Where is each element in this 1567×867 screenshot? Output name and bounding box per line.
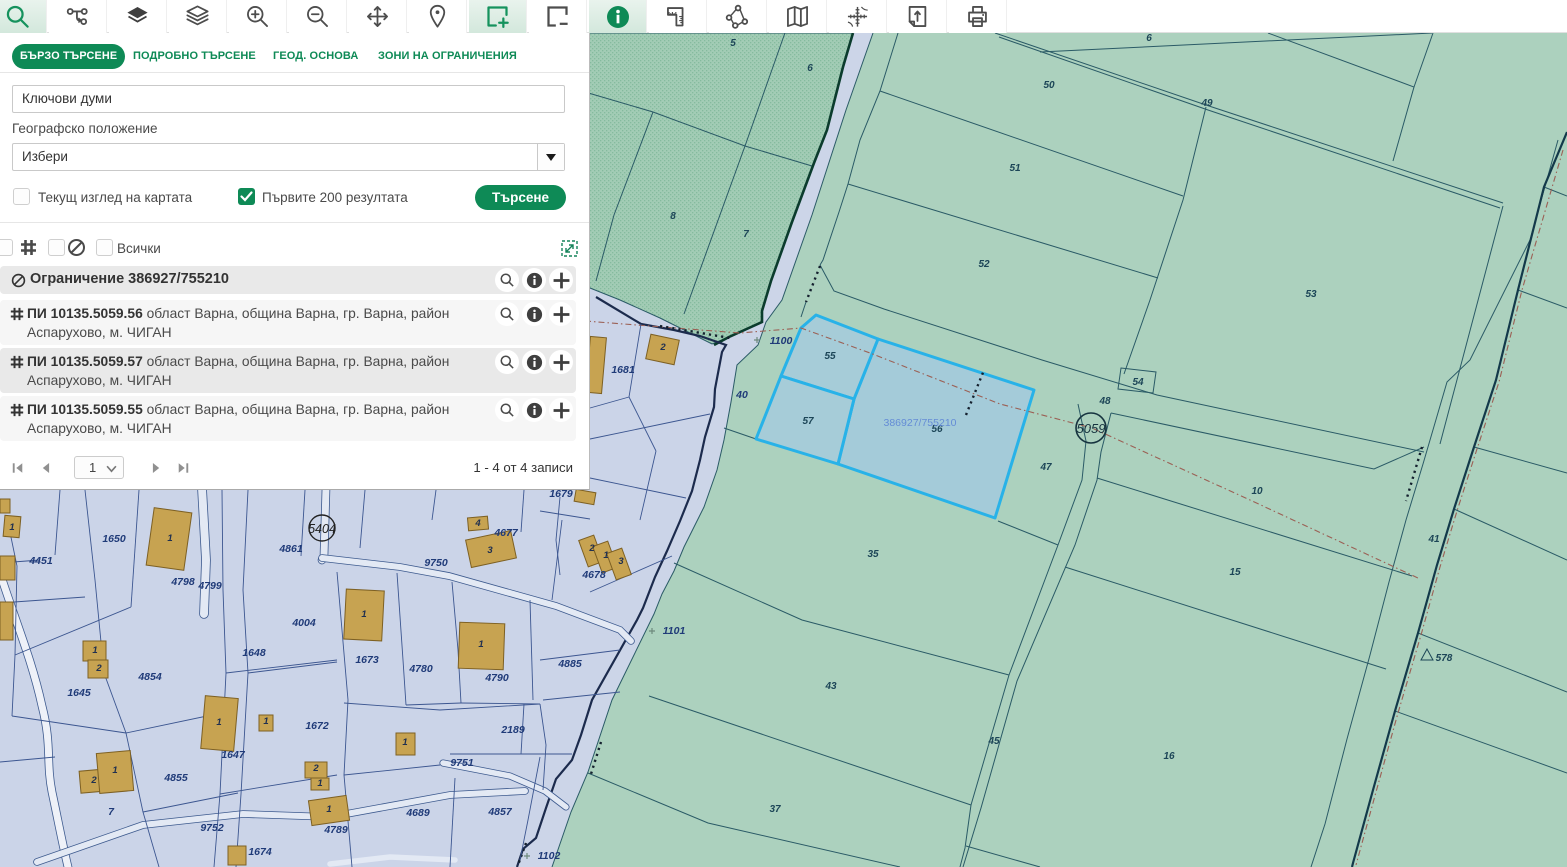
- svg-text:50: 50: [1043, 80, 1055, 91]
- svg-text:1: 1: [478, 639, 483, 650]
- svg-text:1102: 1102: [538, 850, 561, 862]
- svg-text:9752: 9752: [200, 822, 224, 834]
- svg-text:6: 6: [1146, 33, 1152, 44]
- svg-text:55: 55: [824, 351, 836, 362]
- svg-text:1650: 1650: [102, 533, 126, 545]
- svg-text:1673: 1673: [355, 654, 379, 666]
- svg-text:1: 1: [112, 765, 117, 776]
- svg-text:51: 51: [1009, 163, 1021, 174]
- svg-text:2: 2: [659, 342, 666, 353]
- svg-text:1100: 1100: [770, 335, 793, 347]
- svg-text:2: 2: [95, 663, 102, 674]
- svg-text:578: 578: [1436, 653, 1453, 664]
- svg-text:4798: 4798: [170, 576, 195, 588]
- svg-text:4689: 4689: [405, 807, 430, 819]
- svg-text:41: 41: [1427, 534, 1440, 545]
- svg-text:1: 1: [603, 550, 608, 561]
- svg-text:1647: 1647: [221, 749, 246, 761]
- svg-text:1: 1: [167, 533, 172, 544]
- svg-text:6: 6: [807, 63, 813, 74]
- svg-text:4854: 4854: [137, 671, 162, 683]
- svg-text:1672: 1672: [305, 720, 329, 732]
- svg-text:52: 52: [978, 259, 990, 270]
- svg-text:4799: 4799: [197, 580, 222, 592]
- svg-text:49: 49: [1200, 98, 1213, 109]
- svg-text:57: 57: [802, 416, 814, 427]
- svg-text:47: 47: [1039, 462, 1052, 473]
- svg-text:1: 1: [402, 737, 407, 748]
- svg-text:4861: 4861: [278, 543, 303, 555]
- svg-text:9750: 9750: [424, 557, 448, 569]
- svg-text:16: 16: [1163, 751, 1175, 762]
- svg-text:4004: 4004: [291, 617, 316, 629]
- svg-text:35: 35: [867, 549, 879, 560]
- svg-text:4857: 4857: [487, 806, 513, 818]
- svg-text:1: 1: [92, 645, 97, 656]
- svg-text:1: 1: [263, 716, 268, 727]
- svg-text:10: 10: [1251, 486, 1263, 497]
- svg-text:4885: 4885: [557, 658, 582, 670]
- svg-text:43: 43: [824, 681, 837, 692]
- svg-text:1648: 1648: [242, 647, 266, 659]
- svg-text:4855: 4855: [163, 772, 188, 784]
- svg-text:5: 5: [730, 38, 736, 49]
- svg-text:2: 2: [312, 763, 319, 774]
- svg-text:1645: 1645: [67, 687, 91, 699]
- svg-text:54: 54: [1132, 377, 1144, 388]
- svg-text:4: 4: [474, 518, 481, 529]
- svg-text:1: 1: [317, 778, 322, 789]
- svg-text:3: 3: [487, 545, 493, 556]
- svg-text:1: 1: [326, 804, 331, 815]
- svg-text:7: 7: [743, 229, 749, 240]
- svg-text:2: 2: [90, 775, 97, 786]
- svg-text:5059: 5059: [1077, 421, 1106, 436]
- svg-text:2: 2: [588, 543, 595, 554]
- svg-text:8: 8: [670, 211, 676, 222]
- svg-text:4790: 4790: [484, 672, 509, 684]
- svg-text:2189: 2189: [500, 724, 525, 736]
- svg-text:53: 53: [1305, 289, 1317, 300]
- svg-text:15: 15: [1229, 567, 1241, 578]
- svg-text:4780: 4780: [408, 663, 433, 675]
- svg-text:9751: 9751: [450, 757, 474, 769]
- svg-text:5404: 5404: [308, 522, 336, 536]
- svg-text:1: 1: [216, 717, 221, 728]
- svg-text:4789: 4789: [323, 824, 348, 836]
- svg-text:3: 3: [618, 556, 624, 567]
- svg-text:37: 37: [769, 804, 781, 815]
- svg-text:4677: 4677: [493, 527, 519, 539]
- svg-text:48: 48: [1098, 396, 1111, 407]
- svg-text:45: 45: [987, 736, 1000, 747]
- svg-text:40: 40: [735, 389, 748, 401]
- svg-text:386927/755210: 386927/755210: [884, 417, 957, 429]
- svg-text:4451: 4451: [28, 555, 53, 567]
- svg-text:1: 1: [361, 609, 366, 620]
- svg-text:4678: 4678: [581, 569, 606, 581]
- svg-text:1681: 1681: [611, 364, 635, 376]
- svg-text:1674: 1674: [248, 846, 272, 858]
- svg-text:1: 1: [9, 522, 14, 533]
- svg-text:1101: 1101: [663, 625, 686, 637]
